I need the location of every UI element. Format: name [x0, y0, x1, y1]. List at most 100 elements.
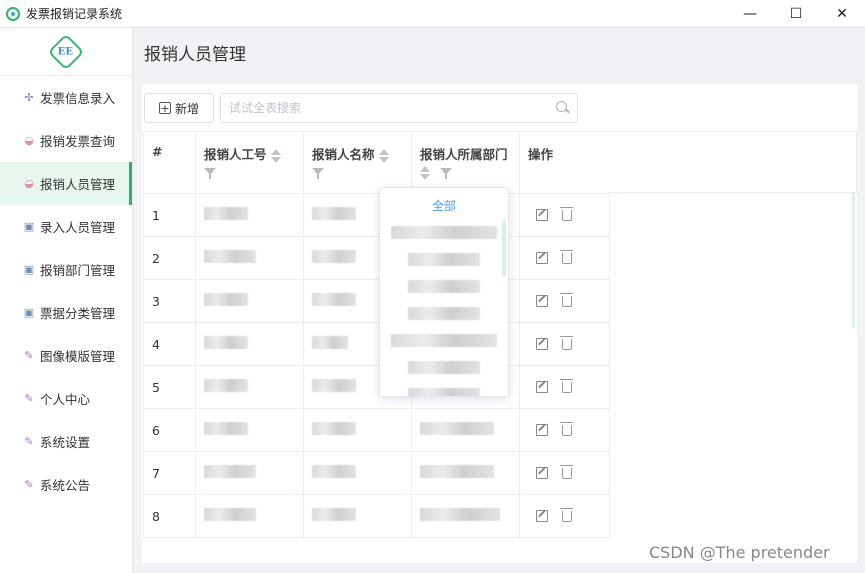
- row-index: 8: [143, 494, 196, 538]
- cell-operations: [519, 365, 610, 409]
- sidebar-item-category-management[interactable]: ▣ 票据分类管理: [0, 291, 132, 334]
- edit-icon[interactable]: [536, 295, 548, 307]
- table-row: 3: [143, 279, 610, 323]
- filter-icon[interactable]: [440, 168, 453, 179]
- cell-employee-id: [195, 408, 304, 452]
- pinwheel-icon: ✢: [24, 91, 34, 104]
- filter-option[interactable]: [380, 219, 508, 246]
- plus-icon: +: [158, 101, 171, 115]
- cell-operations: [519, 322, 610, 366]
- cell-department: [411, 451, 520, 495]
- filter-option[interactable]: [380, 354, 508, 381]
- delete-icon[interactable]: [560, 378, 573, 393]
- filter-icon[interactable]: [312, 168, 324, 179]
- brush-icon: ✎: [24, 392, 34, 405]
- window-title: 发票报销记录系统: [26, 7, 123, 21]
- sidebar-item-personal-center[interactable]: ✎ 个人中心: [0, 377, 132, 420]
- sidebar-item-label: 发票信息录入: [40, 91, 116, 106]
- header-name-label: 报销人名称: [312, 147, 375, 162]
- sort-icon[interactable]: [378, 148, 389, 163]
- close-button[interactable]: ✕: [819, 0, 865, 28]
- logo-area: EE: [0, 28, 132, 76]
- minimize-button[interactable]: —: [727, 0, 773, 28]
- sort-icon[interactable]: [270, 148, 281, 163]
- header-operations: 操作: [519, 131, 610, 194]
- cell-operations: [519, 236, 610, 280]
- department-filter-dropdown: 全部: [379, 187, 509, 397]
- delete-icon[interactable]: [560, 206, 573, 221]
- edit-icon[interactable]: [536, 381, 548, 393]
- row-index: 4: [143, 322, 196, 366]
- search-input[interactable]: [229, 101, 553, 115]
- search-box: [220, 93, 578, 123]
- sidebar-item-label: 录入人员管理: [40, 220, 116, 235]
- cell-operations: [519, 451, 610, 495]
- row-index: 3: [143, 279, 196, 323]
- header-department-label: 报销人所属部门: [420, 147, 508, 162]
- sidebar-item-label: 系统设置: [40, 435, 91, 450]
- frame-icon: ▣: [23, 263, 35, 276]
- delete-icon[interactable]: [560, 249, 573, 264]
- maximize-button[interactable]: ☐: [773, 0, 819, 28]
- sidebar-item-announcements[interactable]: ✎ 系统公告: [0, 463, 132, 506]
- header-operations-label: 操作: [528, 147, 554, 162]
- bowl-icon: ◒: [24, 134, 34, 147]
- edit-icon[interactable]: [536, 252, 548, 264]
- header-department: 报销人所属部门: [411, 131, 520, 194]
- brush-icon: ✎: [24, 435, 34, 448]
- sidebar-item-invoice-query[interactable]: ◒ 报销发票查询: [0, 119, 132, 162]
- filter-option[interactable]: [380, 246, 508, 273]
- filter-option[interactable]: [380, 327, 508, 354]
- header-name: 报销人名称: [303, 131, 412, 194]
- cell-name: [303, 408, 412, 452]
- logo: EE: [47, 33, 85, 70]
- delete-icon[interactable]: [560, 507, 573, 522]
- bowl-icon: ◒: [24, 177, 34, 190]
- filter-icon[interactable]: [204, 168, 216, 179]
- cell-operations: [519, 193, 610, 237]
- table-row: 1: [143, 193, 610, 237]
- sidebar-item-label: 个人中心: [40, 392, 91, 407]
- sidebar-item-label: 报销人员管理: [40, 177, 116, 192]
- sort-icon[interactable]: [420, 166, 430, 180]
- app-icon: [6, 6, 20, 21]
- cell-operations: [519, 279, 610, 323]
- edit-icon[interactable]: [536, 424, 548, 436]
- delete-icon[interactable]: [560, 421, 573, 436]
- edit-icon[interactable]: [536, 338, 548, 350]
- filter-option[interactable]: [380, 381, 508, 396]
- search-icon[interactable]: [553, 99, 571, 117]
- cell-name: [303, 494, 412, 538]
- frame-icon: ▣: [23, 306, 35, 319]
- edit-icon[interactable]: [536, 510, 548, 522]
- dropdown-scrollbar[interactable]: [502, 220, 506, 276]
- sidebar-item-invoice-entry[interactable]: ✢ 发票信息录入: [0, 76, 132, 119]
- sidebar-item-department-management[interactable]: ▣ 报销部门管理: [0, 248, 132, 291]
- logo-text: EE: [58, 46, 74, 57]
- filter-option[interactable]: [380, 300, 508, 327]
- filter-option[interactable]: [380, 273, 508, 300]
- table-scrollbar[interactable]: [852, 193, 855, 328]
- sidebar-item-system-settings[interactable]: ✎ 系统设置: [0, 420, 132, 463]
- toolbar: + 新增: [142, 84, 857, 132]
- cell-operations: [519, 408, 610, 452]
- cell-employee-id: [195, 236, 304, 280]
- table-row: 2: [143, 236, 610, 280]
- sidebar-item-label: 图像模版管理: [40, 349, 116, 364]
- edit-icon[interactable]: [536, 209, 548, 221]
- delete-icon[interactable]: [560, 292, 573, 307]
- sidebar-item-label: 系统公告: [40, 478, 91, 493]
- delete-icon[interactable]: [560, 335, 573, 350]
- edit-icon[interactable]: [536, 467, 548, 479]
- cell-employee-id: [195, 494, 304, 538]
- add-button[interactable]: + 新增: [144, 93, 214, 123]
- brush-icon: ✎: [24, 349, 34, 362]
- table-row: 7: [143, 451, 610, 495]
- filter-option-all[interactable]: 全部: [380, 192, 508, 219]
- delete-icon[interactable]: [560, 464, 573, 479]
- sidebar-item-template-management[interactable]: ✎ 图像模版管理: [0, 334, 132, 377]
- header-index-label: #: [152, 144, 163, 159]
- cell-employee-id: [195, 451, 304, 495]
- sidebar-item-reimburser-management[interactable]: ◒ 报销人员管理: [0, 162, 132, 205]
- sidebar-item-entry-staff-management[interactable]: ▣ 录入人员管理: [0, 205, 132, 248]
